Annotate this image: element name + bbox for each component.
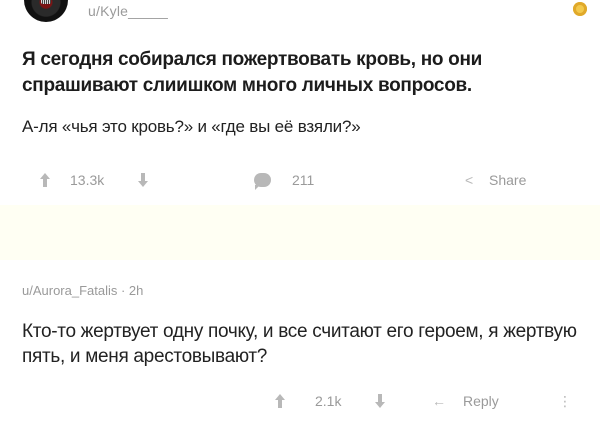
reply-button[interactable]: ← [432, 386, 446, 416]
comment-upvote-button[interactable] [273, 386, 287, 416]
more-dots-icon: ⋮ [558, 393, 572, 409]
share-label[interactable]: Share [489, 165, 526, 195]
share-button[interactable]: < [465, 165, 473, 195]
comment-bubble-icon [254, 173, 271, 190]
upvote-icon [38, 173, 52, 187]
more-options-button[interactable]: ⋮ [558, 386, 572, 416]
upvote-icon [273, 394, 287, 408]
comment-downvote-button[interactable] [373, 386, 387, 416]
post-title: Я сегодня собирался пожертвовать кровь, … [22, 49, 483, 96]
separator-band [0, 205, 600, 260]
upvote-button[interactable] [38, 165, 52, 195]
post-action-bar: 13.3k 211 < Share [0, 165, 600, 195]
reply-label[interactable]: Reply [463, 386, 499, 416]
comment-card: u/Aurora_Fatalis · 2h Кто-то жертвует од… [0, 260, 600, 421]
downvote-icon [136, 173, 150, 187]
post-username[interactable]: u/Kyle_____ [88, 3, 168, 19]
award-icon [573, 2, 587, 16]
comment-meta[interactable]: u/Aurora_Fatalis · 2h [22, 283, 143, 298]
downvote-button[interactable] [136, 165, 150, 195]
post-body: А-ля «чья это кровь?» и «где вы её взяли… [22, 117, 361, 136]
downvote-icon [373, 394, 387, 408]
comment-count: 211 [292, 172, 315, 188]
comment-text: Кто-то жертвует одну почку, и все считаю… [22, 321, 577, 367]
avatar[interactable] [24, 0, 68, 22]
share-icon: < [465, 172, 474, 188]
post-card: u/Kyle_____ Я сегодня собирался пожертво… [0, 0, 600, 205]
reply-arrow-icon: ← [432, 393, 446, 409]
vote-count: 13.3k [70, 172, 105, 188]
comment-action-bar: 2.1k ← Reply ⋮ [0, 386, 600, 416]
comment-vote-count: 2.1k [315, 393, 342, 409]
comments-button[interactable] [254, 165, 271, 195]
